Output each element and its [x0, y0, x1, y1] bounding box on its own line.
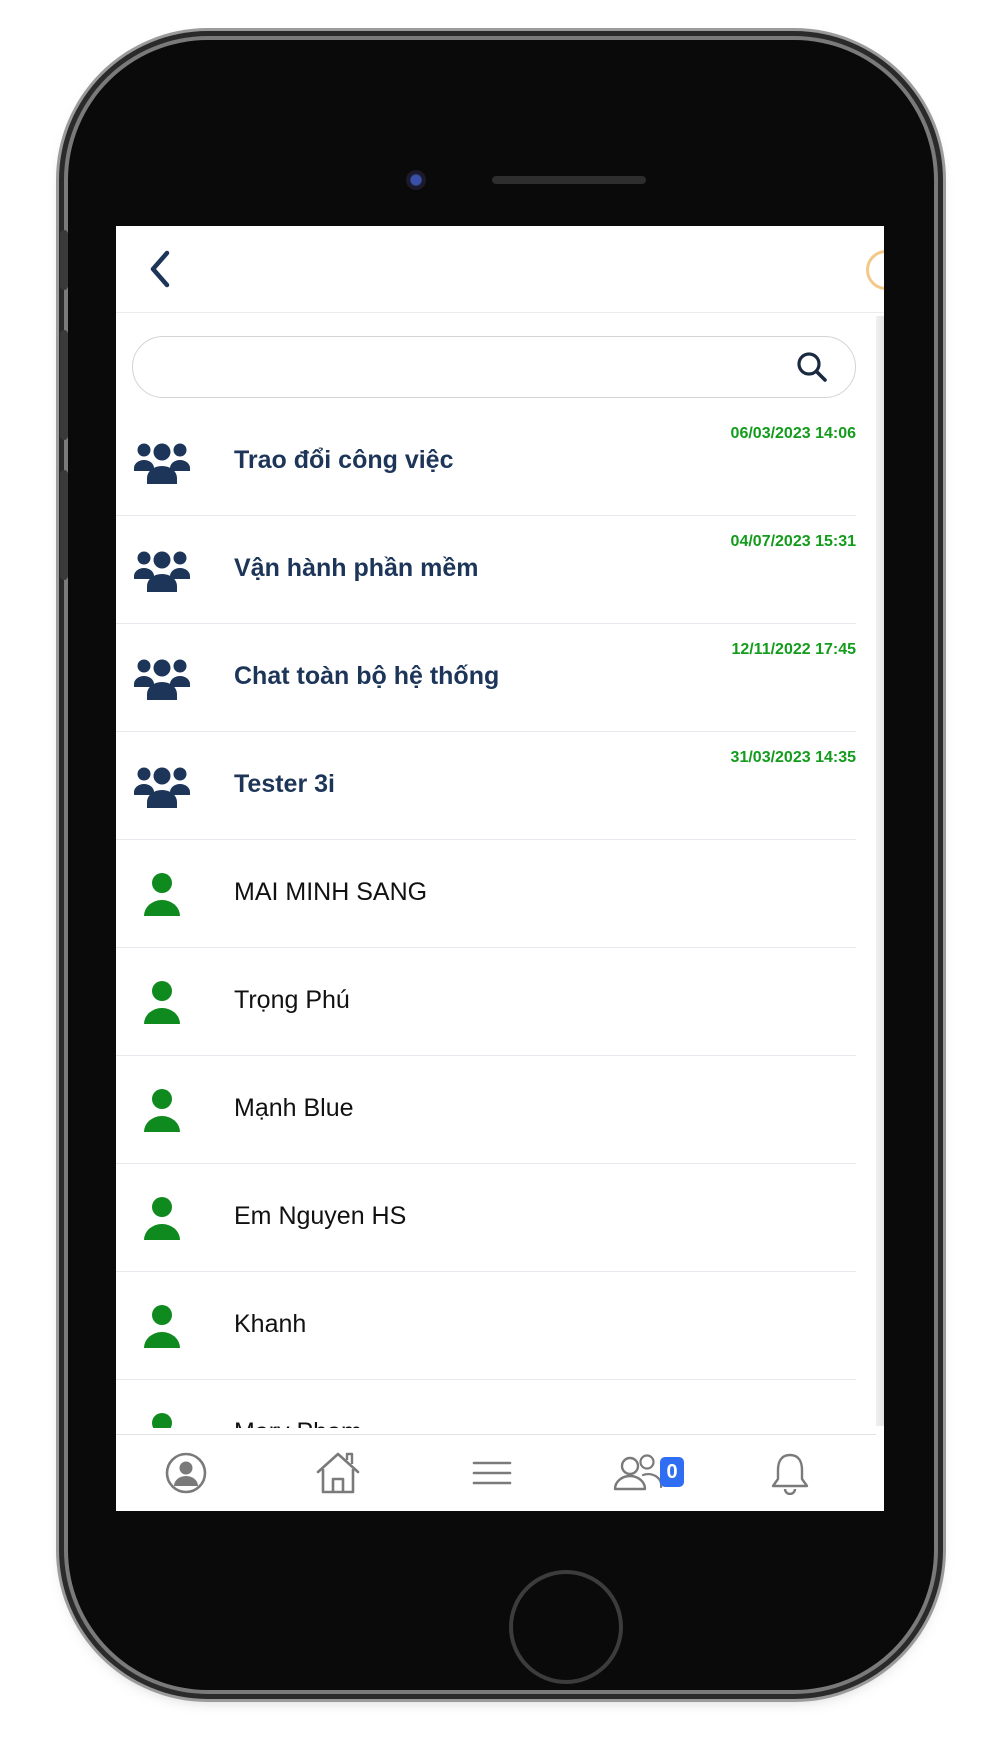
- chat-row-group[interactable]: Trao đổi công việc 06/03/2023 14:06: [116, 408, 856, 516]
- chat-row-person[interactable]: MAI MINH SANG: [116, 840, 856, 948]
- nav-menu[interactable]: [462, 1447, 522, 1499]
- chat-name: Em Nguyen HS: [234, 1202, 407, 1230]
- chat-name: Mạnh Blue: [234, 1094, 354, 1122]
- chat-row-person[interactable]: Em Nguyen HS: [116, 1164, 856, 1272]
- chat-timestamp: 31/03/2023 14:35: [730, 749, 856, 766]
- chat-row-group[interactable]: Tester 3i 31/03/2023 14:35: [116, 732, 856, 840]
- user-icon: [152, 1413, 172, 1428]
- chat-name: Trọng Phú: [234, 986, 350, 1014]
- chat-timestamp: 04/07/2023 15:31: [730, 533, 856, 550]
- profile-icon: [165, 1452, 207, 1494]
- volume-down-button[interactable]: [60, 470, 68, 580]
- avatar: [866, 250, 884, 290]
- user-icon: [144, 1089, 180, 1132]
- menu-icon: [472, 1461, 512, 1485]
- group-icon: [134, 767, 190, 808]
- group-icon: [134, 443, 190, 484]
- chat-name: Tester 3i: [234, 770, 335, 798]
- camera-icon: [406, 170, 426, 190]
- chat-row-group[interactable]: Vận hành phần mềm 04/07/2023 15:31: [116, 516, 856, 624]
- bell-icon: [771, 1453, 809, 1495]
- chat-row-person[interactable]: Mary Pham: [116, 1380, 856, 1428]
- back-button[interactable]: [140, 246, 180, 292]
- chevron-left-icon: [150, 250, 170, 288]
- chat-timestamp: 12/11/2022 17:45: [731, 641, 856, 658]
- user-icon: [144, 873, 180, 916]
- chat-row-person[interactable]: Mạnh Blue: [116, 1056, 856, 1164]
- speaker-grille: [492, 176, 646, 184]
- group-icon: [134, 551, 190, 592]
- search-input[interactable]: [153, 337, 777, 399]
- background-panel-edge: [876, 316, 884, 1426]
- search-bar: [132, 336, 856, 399]
- mute-switch[interactable]: [60, 230, 68, 290]
- chat-row-group[interactable]: Chat toàn bộ hệ thống 12/11/2022 17:45: [116, 624, 856, 732]
- chat-row-person[interactable]: Khanh: [116, 1272, 856, 1380]
- group-icon: [134, 659, 190, 700]
- chat-name: Khanh: [234, 1310, 307, 1338]
- chat-list: Trao đổi công việc 06/03/2023 14:06 Vận …: [116, 408, 856, 1428]
- bottom-nav: 0: [116, 1434, 876, 1511]
- chat-row-person[interactable]: Trọng Phú: [116, 948, 856, 1056]
- user-icon: [144, 1305, 180, 1348]
- chat-timestamp: 06/03/2023 14:06: [730, 425, 856, 442]
- top-bar: [116, 226, 884, 313]
- volume-up-button[interactable]: [60, 330, 68, 440]
- user-icon: [144, 1197, 180, 1240]
- user-icon: [144, 981, 180, 1024]
- chat-name: Trao đổi công việc: [234, 446, 454, 474]
- nav-notifications[interactable]: [760, 1447, 820, 1499]
- chat-name: MAI MINH SANG: [234, 878, 428, 906]
- home-button[interactable]: [509, 1570, 623, 1684]
- nav-contacts[interactable]: [608, 1447, 668, 1499]
- home-icon: [316, 1452, 360, 1494]
- nav-home[interactable]: [308, 1447, 368, 1499]
- app-screen: Trao đổi công việc 06/03/2023 14:06 Vận …: [116, 226, 884, 1511]
- nav-profile[interactable]: [156, 1447, 216, 1499]
- search-icon[interactable]: [795, 350, 829, 389]
- chat-name: Chat toàn bộ hệ thống: [234, 662, 500, 690]
- contacts-icon: [613, 1454, 663, 1491]
- contacts-badge: 0: [660, 1457, 684, 1487]
- chat-name: Mary Pham: [234, 1418, 362, 1428]
- chat-name: Vận hành phần mềm: [234, 554, 479, 582]
